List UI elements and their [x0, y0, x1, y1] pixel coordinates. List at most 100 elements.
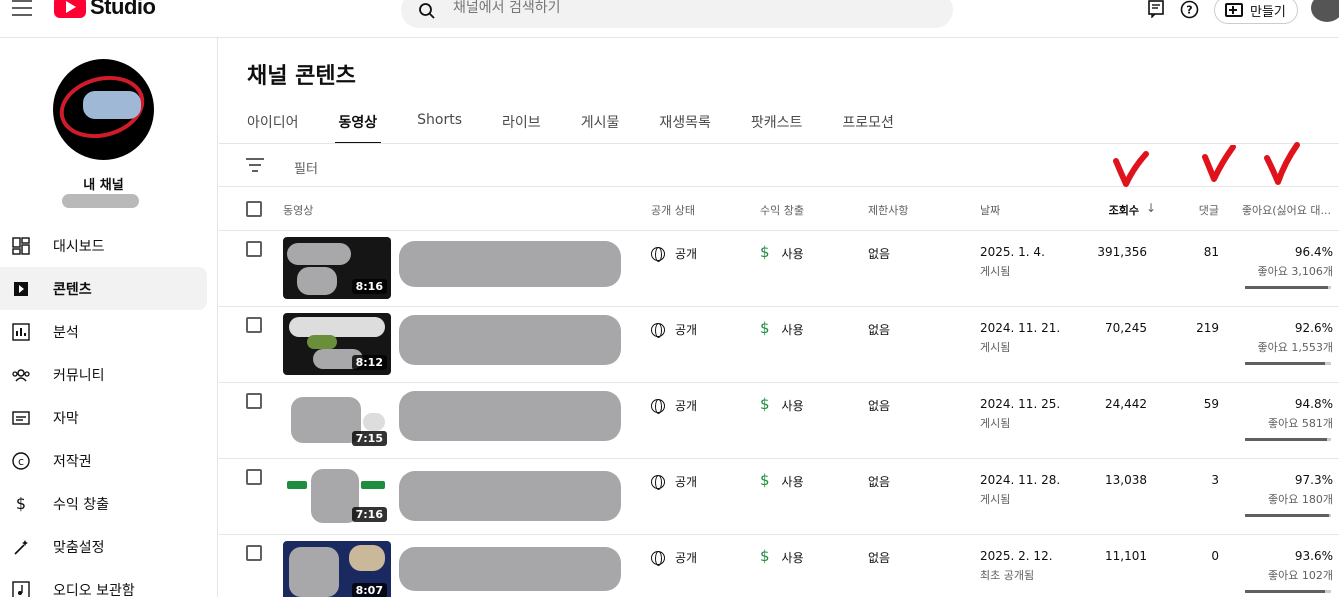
video-duration: 7:16 [351, 507, 387, 522]
monetization-label: 사용 [781, 551, 804, 565]
youtube-studio-logo[interactable]: Studio [54, 0, 156, 20]
column-likes[interactable]: 좋아요(싫어요 대... [1242, 202, 1331, 218]
search-bar[interactable] [401, 0, 953, 28]
like-percent: 97.3% [1294, 473, 1333, 487]
tab-ideas[interactable]: 아이디어 [247, 110, 299, 144]
video-title-redacted[interactable] [399, 241, 621, 287]
restrictions-value: 없음 [868, 399, 891, 413]
filter-bar[interactable]: 필터 [219, 144, 1339, 187]
table-row[interactable]: 8:07 공개 $ 사용 없음 2025. 2. 12. 최초 공개됨 11,10… [219, 535, 1339, 597]
video-title-redacted[interactable] [399, 315, 621, 365]
sidebar-item-label: 자막 [53, 410, 79, 427]
monetization-cell[interactable]: $ 사용 [760, 546, 804, 566]
channel-name: 내 채널 [83, 178, 124, 193]
video-thumbnail[interactable]: 8:16 [283, 237, 391, 299]
tab-posts[interactable]: 게시물 [581, 110, 620, 144]
video-thumbnail[interactable]: 7:16 [283, 465, 391, 527]
tab-videos[interactable]: 동영상 [334, 110, 381, 144]
row-checkbox[interactable] [246, 317, 262, 333]
table-row[interactable]: 8:16 공개 $ 사용 없음 2025. 1. 4. 게시됨 391,356 8… [219, 231, 1339, 307]
tab-podcasts[interactable]: 팟캐스트 [751, 110, 803, 144]
sidebar-item-audio-library[interactable]: 오디오 보관함 [0, 568, 207, 597]
help-icon[interactable]: ? [1180, 0, 1199, 19]
sidebar-item-content[interactable]: 콘텐츠 [0, 267, 207, 310]
account-avatar[interactable] [1311, 0, 1339, 22]
channel-avatar[interactable] [53, 59, 154, 160]
video-duration: 8:16 [351, 279, 387, 294]
globe-icon [651, 322, 665, 338]
row-checkbox[interactable] [246, 469, 262, 485]
sidebar-item-dashboard[interactable]: 대시보드 [0, 224, 207, 267]
column-date[interactable]: 날짜 [980, 202, 1000, 218]
column-views[interactable]: 조회수 [1109, 202, 1139, 218]
create-button[interactable]: 만들기 [1214, 0, 1298, 24]
date-status: 게시됨 [980, 265, 1011, 278]
sidebar-item-subtitles[interactable]: 자막 [0, 396, 207, 439]
sidebar-item-label: 커뮤니티 [53, 367, 105, 384]
sort-descending-icon[interactable]: ↓ [1146, 201, 1156, 215]
column-restrictions[interactable]: 제한사항 [868, 202, 908, 218]
visibility-cell[interactable]: 공개 [651, 549, 697, 566]
page-title: 채널 콘텐츠 [247, 64, 356, 89]
tab-shorts[interactable]: Shorts [417, 110, 462, 144]
comments-value[interactable]: 81 [1204, 245, 1219, 259]
sidebar-item-customization[interactable]: 맞춤설정 [0, 525, 207, 568]
row-checkbox[interactable] [246, 545, 262, 561]
video-title-redacted[interactable] [399, 391, 621, 441]
video-thumbnail[interactable]: 8:07 [283, 541, 391, 597]
visibility-label: 공개 [675, 323, 698, 337]
monetization-cell[interactable]: $ 사용 [760, 471, 804, 490]
monetization-cell[interactable]: $ 사용 [760, 319, 804, 338]
visibility-cell[interactable]: 공개 [651, 473, 697, 490]
column-comments[interactable]: 댓글 [1199, 202, 1219, 218]
like-ratio-bar [1245, 362, 1331, 365]
analytics-icon [11, 322, 31, 342]
dashboard-icon [11, 236, 31, 256]
tab-promotions[interactable]: 프로모션 [842, 110, 894, 144]
visibility-cell[interactable]: 공개 [651, 245, 697, 262]
sidebar-item-community[interactable]: 커뮤니티 [0, 353, 207, 396]
search-input[interactable] [453, 0, 933, 16]
visibility-cell[interactable]: 공개 [651, 397, 697, 414]
table-row[interactable]: 8:12 공개 $ 사용 없음 2024. 11. 21. 게시됨 70,245 … [219, 307, 1339, 383]
feedback-icon[interactable] [1147, 0, 1165, 18]
sidebar: 내 채널 대시보드 콘텐츠 분석 커뮤니티 자막 c 저작권 $ 수익 창출 맞… [0, 38, 218, 597]
like-count: 좋아요 180개 [1268, 493, 1333, 506]
sidebar-item-analytics[interactable]: 분석 [0, 310, 207, 353]
column-monetization[interactable]: 수익 창출 [760, 202, 804, 218]
filter-icon[interactable] [246, 158, 264, 176]
column-visibility[interactable]: 공개 상태 [651, 202, 695, 218]
sidebar-item-copyright[interactable]: c 저작권 [0, 439, 207, 482]
sidebar-item-label: 대시보드 [53, 238, 105, 255]
select-all-checkbox[interactable] [246, 201, 262, 217]
row-checkbox[interactable] [246, 241, 262, 257]
table-row[interactable]: 7:15 공개 $ 사용 없음 2024. 11. 25. 게시됨 24,442 … [219, 383, 1339, 459]
tab-playlists[interactable]: 재생목록 [659, 110, 711, 144]
top-bar: Studio ? 만들기 [0, 0, 1339, 38]
menu-icon[interactable] [12, 0, 32, 16]
dollar-icon: $ [760, 546, 770, 565]
row-checkbox[interactable] [246, 393, 262, 409]
comments-value[interactable]: 59 [1204, 397, 1219, 411]
comments-value[interactable]: 0 [1211, 549, 1219, 563]
video-title-redacted[interactable] [399, 547, 621, 591]
sidebar-item-earn[interactable]: $ 수익 창출 [0, 482, 207, 525]
monetization-label: 사용 [781, 399, 804, 413]
date-value: 2024. 11. 21. [980, 321, 1061, 335]
sidebar-item-label: 콘텐츠 [53, 281, 92, 298]
video-thumbnail[interactable]: 7:15 [283, 389, 391, 451]
filter-input[interactable]: 필터 [294, 158, 318, 177]
tab-live[interactable]: 라이브 [502, 110, 541, 144]
comments-value[interactable]: 219 [1196, 321, 1219, 335]
like-ratio-fill [1245, 590, 1326, 593]
monetization-cell[interactable]: $ 사용 [760, 243, 804, 262]
visibility-cell[interactable]: 공개 [651, 321, 697, 338]
comments-value[interactable]: 3 [1211, 473, 1219, 487]
date-value: 2025. 1. 4. [980, 245, 1045, 259]
monetization-cell[interactable]: $ 사용 [760, 395, 804, 414]
svg-text:?: ? [1186, 4, 1192, 17]
video-title-redacted[interactable] [399, 471, 621, 521]
table-row[interactable]: 7:16 공개 $ 사용 없음 2024. 11. 28. 게시됨 13,038 … [219, 459, 1339, 535]
video-thumbnail[interactable]: 8:12 [283, 313, 391, 375]
sidebar-item-label: 오디오 보관함 [53, 582, 135, 597]
